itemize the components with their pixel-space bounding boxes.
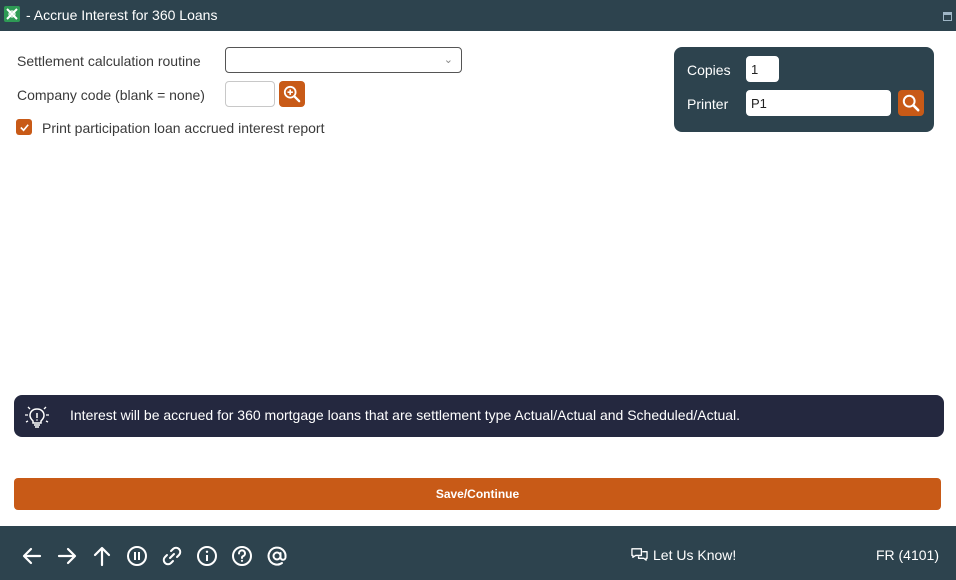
info-message-bar: Interest will be accrued for 360 mortgag… [14, 395, 944, 437]
at-icon[interactable] [265, 544, 289, 568]
printer-search-button[interactable] [898, 90, 924, 116]
zoom-in-icon [283, 85, 301, 103]
up-arrow-icon[interactable] [90, 544, 114, 568]
title-bar: - Accrue Interest for 360 Loans [0, 0, 956, 31]
link-icon[interactable] [160, 544, 184, 568]
checkmark-icon [19, 123, 29, 131]
print-settings-panel: Copies Printer [674, 47, 934, 132]
forward-arrow-icon[interactable] [55, 544, 79, 568]
let-us-know-label: Let Us Know! [653, 546, 737, 563]
let-us-know-link[interactable]: Let Us Know! [630, 546, 736, 563]
maximize-icon[interactable] [943, 12, 952, 21]
company-code-input[interactable] [225, 81, 275, 107]
settlement-routine-label: Settlement calculation routine [17, 53, 201, 69]
participation-checkbox[interactable] [16, 119, 32, 135]
printer-label: Printer [687, 96, 729, 112]
screen-code: FR (4101) [875, 547, 939, 563]
lightbulb-icon [25, 406, 49, 428]
pause-icon[interactable] [125, 544, 149, 568]
company-code-label: Company code (blank = none) [17, 87, 205, 103]
printer-input[interactable] [746, 90, 891, 116]
settlement-routine-select[interactable]: ⌄ [225, 47, 462, 73]
copies-label: Copies [687, 62, 731, 78]
search-icon [902, 94, 920, 112]
company-lookup-button[interactable] [279, 81, 305, 107]
help-icon[interactable] [230, 544, 254, 568]
footer-bar: Let Us Know! FR (4101) [0, 526, 956, 580]
save-continue-button[interactable]: Save/Continue [14, 478, 941, 510]
info-icon[interactable] [195, 544, 219, 568]
info-message-text: Interest will be accrued for 360 mortgag… [70, 407, 741, 423]
window-title: - Accrue Interest for 360 Loans [26, 7, 218, 23]
participation-label: Print participation loan accrued interes… [42, 120, 325, 136]
chevron-down-icon: ⌄ [443, 54, 453, 66]
app-logo-icon [4, 6, 20, 22]
copies-input[interactable] [746, 56, 779, 82]
back-arrow-icon[interactable] [20, 544, 44, 568]
chat-bubbles-icon [631, 548, 648, 561]
